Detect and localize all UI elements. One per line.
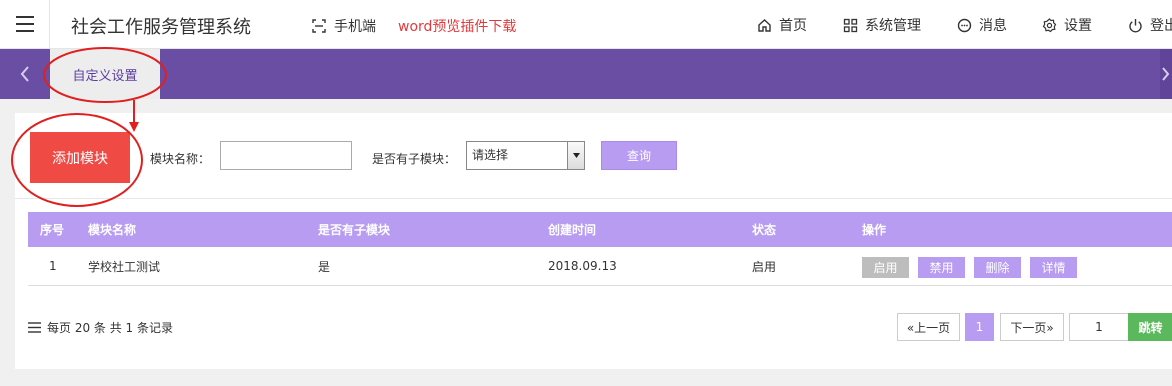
hamburger-icon <box>16 16 34 18</box>
page-info-text: 每页 20 条 共 1 条记录 <box>47 321 173 335</box>
chevron-right-icon <box>1162 67 1170 81</box>
disable-button[interactable]: 禁用 <box>918 257 965 278</box>
content-panel: 添加模块 模块名称： 是否有子模块： 请选择 查询 序号 模块名称 是否有子模块… <box>15 113 1172 369</box>
row-status: 启用 <box>752 259 777 274</box>
page-info: 每页 20 条 共 1 条记录 <box>28 319 173 336</box>
next-page-button[interactable]: 下一页» <box>1000 313 1064 341</box>
jump-page-input[interactable] <box>1069 313 1129 341</box>
row-index: 1 <box>49 259 57 273</box>
module-name-label: 模块名称： <box>150 152 211 166</box>
has-child-select-value: 请选择 <box>472 148 509 162</box>
home-icon <box>758 18 771 32</box>
module-name-input[interactable] <box>220 141 352 170</box>
chevron-left-icon <box>20 66 29 82</box>
qr-scan-icon <box>312 19 326 33</box>
nav-settings-label: 设置 <box>1064 18 1092 34</box>
search-toolbar: 添加模块 模块名称： 是否有子模块： 请选择 查询 <box>15 113 1172 199</box>
row-module-name: 学校社工测试 <box>88 259 161 274</box>
has-child-select[interactable]: 请选择 <box>466 141 585 170</box>
tab-scroll-left-button[interactable] <box>0 49 50 99</box>
hamburger-icon-line <box>16 30 34 32</box>
enable-button[interactable]: 启用 <box>862 257 909 278</box>
mobile-link[interactable]: 手机端 <box>312 16 376 36</box>
grid-icon <box>843 18 858 32</box>
nav-home[interactable]: 首页 <box>757 15 807 35</box>
add-module-button[interactable]: 添加模块 <box>30 132 130 183</box>
nav-logout-label: 登出 <box>1150 18 1172 34</box>
delete-button[interactable]: 删除 <box>974 257 1021 278</box>
tab-custom-settings[interactable]: 自定义设置 <box>50 49 160 99</box>
mobile-link-label: 手机端 <box>334 19 376 35</box>
col-header-status: 状态 <box>752 223 777 237</box>
nav-system-label: 系统管理 <box>865 18 921 34</box>
top-header: 社会工作服务管理系统 手机端 word预览插件下载 首页 系统管理 消息 设置 … <box>0 0 1172 49</box>
chat-icon <box>957 18 972 32</box>
col-header-name: 模块名称 <box>88 223 137 237</box>
table-row: 1 学校社工测试 是 2018.09.13 启用 启用 禁用 删除 详情 <box>28 247 1172 286</box>
table-header: 序号 模块名称 是否有子模块 创建时间 状态 操作 <box>28 212 1172 247</box>
nav-messages[interactable]: 消息 <box>957 15 1007 35</box>
col-header-has-child: 是否有子模块 <box>318 223 391 237</box>
row-created: 2018.09.13 <box>548 259 617 273</box>
col-header-created: 创建时间 <box>548 223 597 237</box>
jump-button[interactable]: 跳转 <box>1128 313 1172 341</box>
dropdown-arrow-icon <box>567 142 584 169</box>
has-child-label: 是否有子模块： <box>372 152 457 166</box>
nav-system[interactable]: 系统管理 <box>843 15 921 35</box>
list-icon <box>28 322 41 333</box>
hamburger-icon-line <box>16 23 34 25</box>
details-button[interactable]: 详情 <box>1030 257 1077 278</box>
prev-page-button[interactable]: «上一页 <box>897 313 960 341</box>
tab-bar: 自定义设置 <box>0 49 1172 99</box>
nav-home-label: 首页 <box>779 18 807 34</box>
app-title: 社会工作服务管理系统 <box>71 17 251 38</box>
gear-icon <box>1042 17 1057 32</box>
row-has-child: 是 <box>318 259 331 274</box>
nav-settings[interactable]: 设置 <box>1042 15 1092 35</box>
nav-logout[interactable]: 登出 <box>1128 15 1172 35</box>
plugin-download-link[interactable]: word预览插件下载 <box>398 16 516 36</box>
power-icon <box>1129 18 1142 32</box>
col-header-actions: 操作 <box>862 223 887 237</box>
col-header-index: 序号 <box>40 223 65 237</box>
current-page-button[interactable]: 1 <box>965 313 994 341</box>
menu-toggle-button[interactable] <box>0 0 50 49</box>
nav-messages-label: 消息 <box>979 18 1007 34</box>
query-button[interactable]: 查询 <box>601 141 677 170</box>
tab-scroll-right-button[interactable] <box>1160 49 1172 99</box>
